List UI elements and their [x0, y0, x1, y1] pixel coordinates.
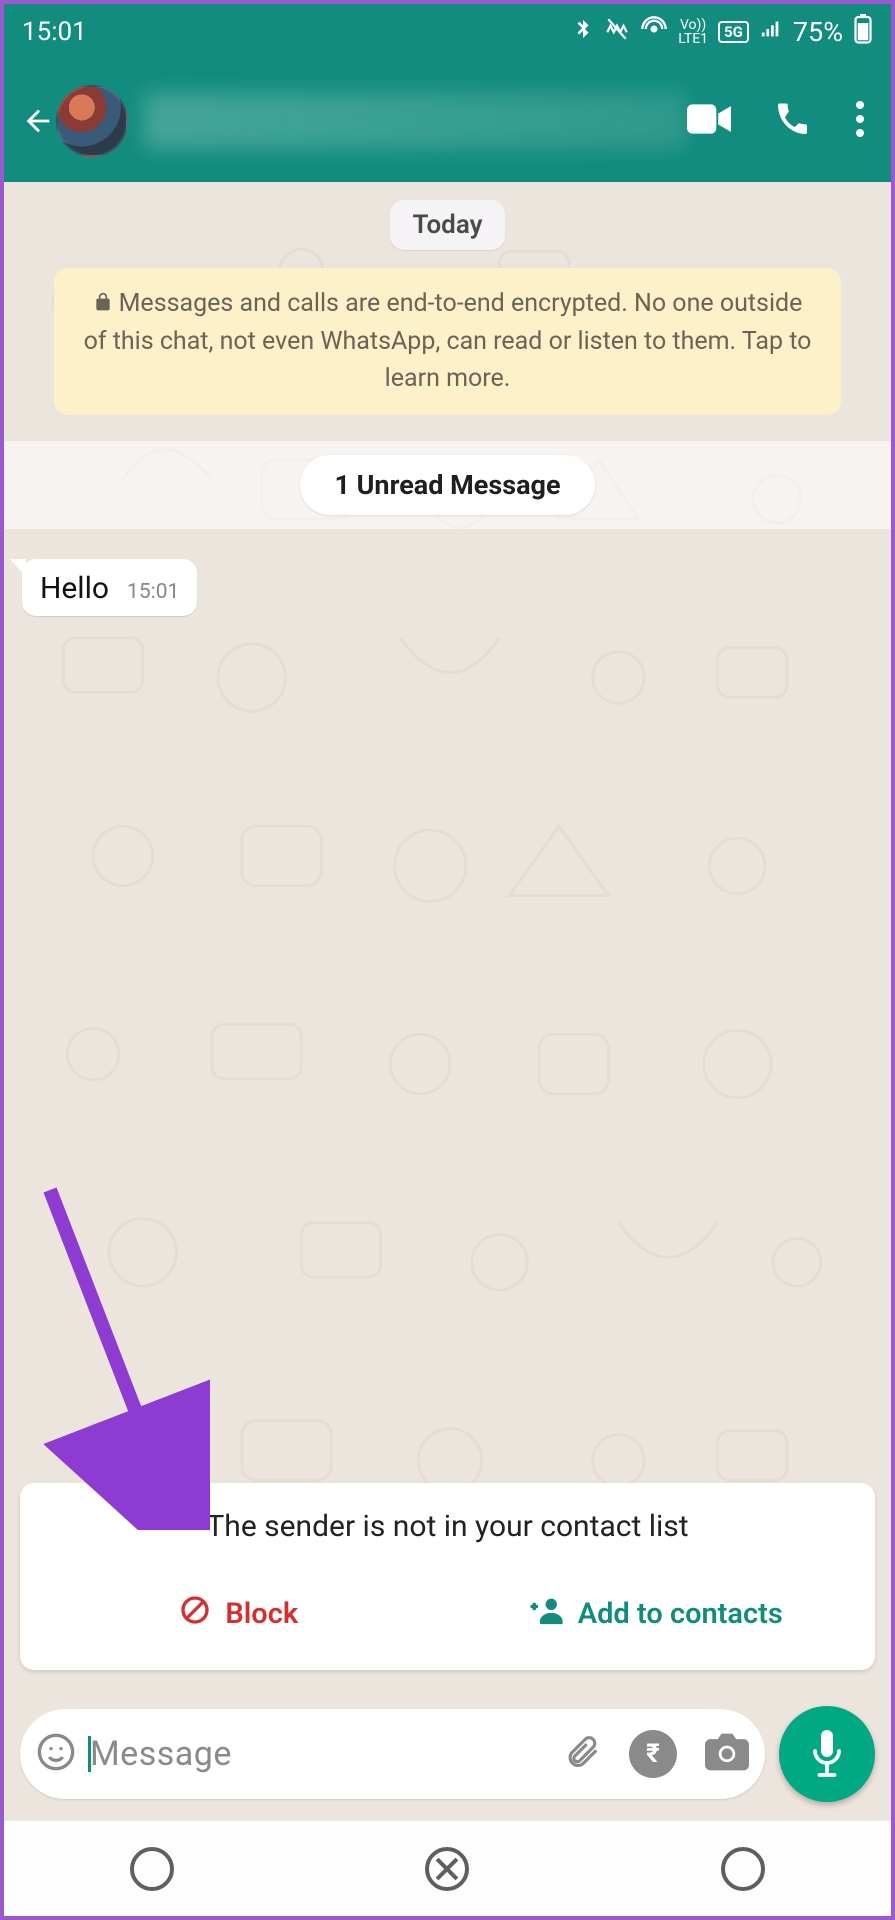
add-contact-icon [530, 1595, 564, 1633]
nav-close-button[interactable] [425, 1847, 469, 1891]
block-icon [179, 1594, 211, 1634]
network-5g-badge: 5G [718, 21, 749, 43]
emoji-button[interactable] [36, 1732, 76, 1776]
status-time: 15:01 [22, 17, 87, 47]
incoming-message-bubble[interactable]: Hello 15:01 [22, 559, 197, 616]
compose-bar: Message ₹ [20, 1706, 875, 1802]
camera-button[interactable] [705, 1732, 749, 1776]
lock-icon [93, 288, 113, 324]
video-call-button[interactable] [687, 103, 731, 139]
message-input-container: Message ₹ [20, 1709, 765, 1799]
message-time: 15:01 [127, 580, 179, 606]
volte-indicator: Vo))LTE1 [678, 18, 708, 46]
android-nav-bar [4, 1820, 891, 1916]
battery-percent: 75% [793, 16, 843, 48]
add-to-contacts-label: Add to contacts [578, 1597, 783, 1631]
battery-icon [853, 14, 873, 50]
nav-recents-button[interactable] [130, 1847, 174, 1891]
chat-area[interactable]: Today Messages and calls are end-to-end … [4, 182, 891, 1820]
signal-icon [759, 18, 783, 46]
payment-button[interactable]: ₹ [629, 1730, 677, 1778]
unread-count-pill: 1 Unread Message [300, 455, 594, 515]
android-status-bar: 15:01 Vo))LTE1 5G 75% [4, 4, 891, 60]
unknown-sender-text: The sender is not in your contact list [30, 1509, 865, 1544]
unread-divider: 1 Unread Message [4, 441, 891, 529]
contact-avatar[interactable] [56, 85, 128, 157]
message-input[interactable]: Message [90, 1734, 563, 1774]
block-button[interactable]: Block [30, 1578, 448, 1650]
contact-name-blurred[interactable] [144, 93, 687, 149]
back-button[interactable] [18, 101, 58, 141]
hotspot-icon [640, 15, 668, 49]
message-text: Hello [40, 571, 109, 606]
encryption-notice[interactable]: Messages and calls are end-to-end encryp… [54, 268, 841, 415]
voice-message-button[interactable] [779, 1706, 875, 1802]
encryption-notice-text: Messages and calls are end-to-end encryp… [84, 289, 812, 393]
add-to-contacts-button[interactable]: Add to contacts [448, 1578, 866, 1650]
more-options-button[interactable] [855, 101, 865, 141]
bluetooth-icon [572, 15, 594, 49]
voice-call-button[interactable] [775, 101, 811, 141]
date-separator: Today [390, 200, 504, 250]
chat-header [4, 60, 891, 182]
text-cursor [88, 1736, 91, 1772]
nav-back-button[interactable] [721, 1847, 765, 1891]
block-label: Block [225, 1597, 298, 1631]
status-icons: Vo))LTE1 5G 75% [572, 14, 873, 50]
vibrate-icon [604, 16, 630, 48]
unknown-sender-card: The sender is not in your contact list B… [20, 1483, 875, 1670]
attach-button[interactable] [563, 1732, 601, 1776]
